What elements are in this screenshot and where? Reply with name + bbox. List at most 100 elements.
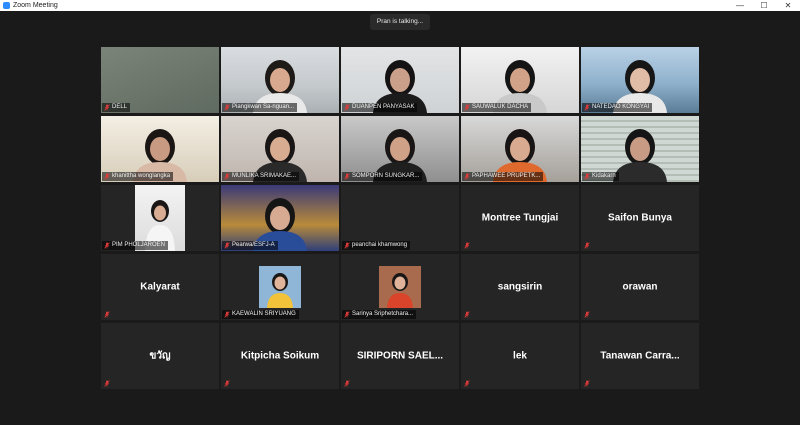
participant-name-label: PAPHAWEE PRUPETK... [462, 172, 544, 181]
participant-name-label: SAUWALUK DACHA [462, 103, 532, 112]
mic-muted-icon [224, 242, 230, 249]
participant-name: SOMPORN SUNGKAR... [352, 173, 420, 179]
participant-name: Pearwa/ESFJ-A [232, 242, 275, 248]
mic-muted-icon [344, 104, 350, 111]
minimize-button[interactable]: — [728, 0, 752, 11]
participant-tile[interactable]: SAUWALUK DACHA [461, 47, 579, 113]
participant-name-label: NATEDAO KONGYAI [582, 103, 653, 112]
participant-name-label [462, 379, 475, 388]
participant-name-label: khanittha wonglangka [102, 172, 174, 181]
participant-display-name: lek [513, 350, 527, 362]
participant-tile[interactable]: PAPHAWEE PRUPETK... [461, 116, 579, 182]
mic-muted-icon [104, 380, 110, 387]
mic-muted-icon [344, 380, 350, 387]
mic-muted-icon [344, 311, 350, 318]
participant-name: PAPHAWEE PRUPETK... [472, 173, 541, 179]
mic-muted-icon [104, 104, 110, 111]
mic-muted-icon [464, 173, 470, 180]
participant-display-name: Tanawan Carra... [600, 350, 680, 362]
participant-name-label [222, 379, 235, 388]
participant-name: khanittha wonglangka [112, 173, 171, 179]
close-button[interactable]: ✕ [776, 0, 800, 11]
participant-name-label [462, 310, 475, 319]
participant-display-name: orawan [622, 281, 658, 293]
participant-name-label: SOMPORN SUNGKAR... [342, 172, 423, 181]
participant-tile[interactable]: MUNLIKA SRIMAKAE... [221, 116, 339, 182]
participant-name-label: Piangkwan Sa-nguan... [222, 103, 298, 112]
participant-tile[interactable]: Sarinya Sriphetchara... [341, 254, 459, 320]
participant-name: NATEDAO KONGYAI [592, 104, 650, 110]
mic-muted-icon [584, 380, 590, 387]
profile-picture [259, 266, 301, 308]
participant-name-label [342, 379, 355, 388]
participant-name-label: peanchai khamwong [342, 241, 411, 250]
participant-tile[interactable]: Kitpicha Soikum [221, 323, 339, 389]
participant-name: KAEWALIN SRIYUANG [232, 311, 296, 317]
participant-tile[interactable]: NATEDAO KONGYAI [581, 47, 699, 113]
participant-name-label: MUNLIKA SRIMAKAE... [222, 172, 300, 181]
participant-tile[interactable]: Pearwa/ESFJ-A [221, 185, 339, 251]
participant-tile[interactable]: Saifon Bunya [581, 185, 699, 251]
mic-muted-icon [584, 311, 590, 318]
participant-name-label [102, 379, 115, 388]
participant-display-name: Montree Tungjai [481, 212, 559, 224]
window-controls: — ☐ ✕ [728, 0, 800, 11]
participant-name: DELL [112, 104, 128, 110]
participant-display-name: SIRIPORN SAEL... [356, 350, 444, 362]
participant-name-label: DUANPEN PANYASAK [342, 103, 418, 112]
participant-name: PIM PHOLJAROEN [112, 242, 166, 248]
participant-display-name: ขวัญ [149, 350, 171, 362]
mic-muted-icon [464, 311, 470, 318]
participant-name: DUANPEN PANYASAK [352, 104, 415, 110]
participant-name-label: PIM PHOLJAROEN [102, 241, 169, 250]
mic-muted-icon [344, 173, 350, 180]
title-bar: Zoom Meeting — ☐ ✕ [0, 0, 800, 11]
participant-tile[interactable]: peanchai khamwong [341, 185, 459, 251]
mic-muted-icon [104, 242, 110, 249]
mic-muted-icon [464, 242, 470, 249]
participant-tile[interactable]: DUANPEN PANYASAK [341, 47, 459, 113]
mic-muted-icon [344, 242, 350, 249]
zoom-app-icon [3, 2, 10, 9]
participant-name: Piangkwan Sa-nguan... [232, 104, 295, 110]
participant-name: peanchai khamwong [352, 242, 408, 248]
active-speaker-banner: Pran is talking... [370, 14, 430, 30]
window-title: Zoom Meeting [13, 2, 58, 9]
participant-tile[interactable]: Montree Tungjai [461, 185, 579, 251]
participant-tile[interactable]: lek [461, 323, 579, 389]
participant-name-label [582, 310, 595, 319]
participant-tile[interactable]: Kidakarn [581, 116, 699, 182]
participant-tile[interactable]: khanittha wonglangka [101, 116, 219, 182]
participant-tile[interactable]: SIRIPORN SAEL... [341, 323, 459, 389]
mic-muted-icon [464, 104, 470, 111]
participant-name: SAUWALUK DACHA [472, 104, 529, 110]
gallery-view: DELL Piangkwan Sa-nguan... DUANPEN PANYASA… [101, 47, 699, 390]
participant-tile[interactable]: PIM PHOLJAROEN [101, 185, 219, 251]
participant-name-label [102, 310, 115, 319]
participant-tile[interactable]: DELL [101, 47, 219, 113]
participant-name: MUNLIKA SRIMAKAE... [232, 173, 297, 179]
participant-name-label [582, 379, 595, 388]
mic-muted-icon [584, 242, 590, 249]
mic-muted-icon [224, 380, 230, 387]
participant-tile[interactable]: SOMPORN SUNGKAR... [341, 116, 459, 182]
mic-muted-icon [104, 173, 110, 180]
participant-display-name: Kitpicha Soikum [240, 350, 320, 362]
mic-muted-icon [224, 173, 230, 180]
participant-tile[interactable]: ขวัญ [101, 323, 219, 389]
participant-name-label: DELL [102, 103, 131, 112]
participant-tile[interactable]: Kalyarat [101, 254, 219, 320]
participant-name: Kidakarn [592, 173, 616, 179]
participant-tile[interactable]: Piangkwan Sa-nguan... [221, 47, 339, 113]
mic-muted-icon [584, 173, 590, 180]
participant-name-label: KAEWALIN SRIYUANG [222, 310, 299, 319]
mic-muted-icon [584, 104, 590, 111]
participant-tile[interactable]: orawan [581, 254, 699, 320]
participant-display-name: sangsirin [497, 281, 543, 293]
participant-tile[interactable]: KAEWALIN SRIYUANG [221, 254, 339, 320]
participant-name-label [582, 241, 595, 250]
maximize-button[interactable]: ☐ [752, 0, 776, 11]
participant-name-label: Kidakarn [582, 172, 619, 181]
participant-tile[interactable]: sangsirin [461, 254, 579, 320]
participant-tile[interactable]: Tanawan Carra... [581, 323, 699, 389]
